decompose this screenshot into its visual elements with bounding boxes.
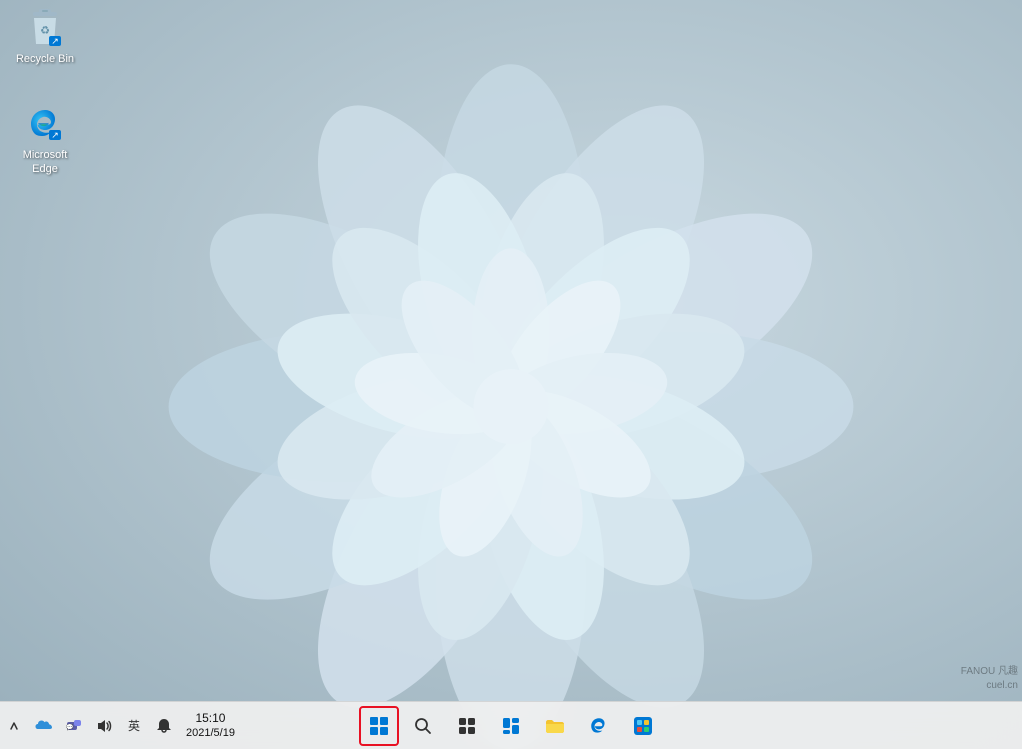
teams-button[interactable]: 💬 bbox=[60, 708, 88, 744]
onedrive-icon bbox=[35, 720, 53, 732]
clock-date: 2021/5/19 bbox=[186, 726, 235, 740]
recycle-bin-icon[interactable]: ♻ ↗ Recycle Bin bbox=[8, 4, 82, 70]
volume-icon bbox=[96, 718, 112, 734]
task-view-button[interactable] bbox=[447, 706, 487, 746]
edge-image: ↗ bbox=[25, 104, 65, 144]
svg-text:💬: 💬 bbox=[66, 723, 74, 731]
language-label: 英 bbox=[128, 717, 140, 734]
chevron-up-icon bbox=[9, 719, 19, 733]
clock-time: 15:10 bbox=[195, 711, 225, 727]
store-button[interactable] bbox=[623, 706, 663, 746]
watermark-line1: FANOU 凡趣 bbox=[961, 665, 1018, 679]
search-button[interactable] bbox=[403, 706, 443, 746]
notifications-icon bbox=[156, 718, 172, 734]
notifications-button[interactable] bbox=[150, 708, 178, 744]
svg-text:↗: ↗ bbox=[51, 36, 59, 46]
desktop: ♻ ↗ Recycle Bin bbox=[0, 0, 1022, 749]
watermark-line2: cuel.cn bbox=[961, 679, 1018, 693]
windows-logo-icon bbox=[370, 717, 388, 735]
taskbar-center bbox=[359, 706, 663, 746]
system-tray: 💬 英 bbox=[0, 708, 241, 744]
file-explorer-button[interactable] bbox=[535, 706, 575, 746]
start-button[interactable] bbox=[359, 706, 399, 746]
taskbar: 💬 英 bbox=[0, 701, 1022, 749]
edge-icon[interactable]: ↗ Microsoft Edge bbox=[8, 100, 82, 181]
clock[interactable]: 15:10 2021/5/19 bbox=[180, 709, 241, 743]
file-explorer-icon bbox=[545, 717, 565, 735]
show-hidden-icons-button[interactable] bbox=[0, 708, 28, 744]
svg-text:↗: ↗ bbox=[51, 130, 59, 140]
search-icon bbox=[414, 717, 432, 735]
teams-icon: 💬 bbox=[66, 718, 82, 734]
recycle-bin-image: ♻ ↗ bbox=[25, 8, 65, 48]
edge-taskbar-icon bbox=[589, 716, 609, 736]
widgets-icon bbox=[502, 717, 520, 735]
recycle-bin-label: Recycle Bin bbox=[16, 52, 74, 66]
widgets-button[interactable] bbox=[491, 706, 531, 746]
edge-label: Microsoft Edge bbox=[12, 148, 78, 177]
onedrive-button[interactable] bbox=[30, 708, 58, 744]
store-icon bbox=[633, 716, 653, 736]
volume-button[interactable] bbox=[90, 708, 118, 744]
task-view-icon bbox=[458, 717, 476, 735]
svg-text:♻: ♻ bbox=[40, 25, 50, 37]
language-button[interactable]: 英 bbox=[120, 708, 148, 744]
edge-taskbar-button[interactable] bbox=[579, 706, 619, 746]
watermark: FANOU 凡趣 cuel.cn bbox=[961, 665, 1018, 693]
